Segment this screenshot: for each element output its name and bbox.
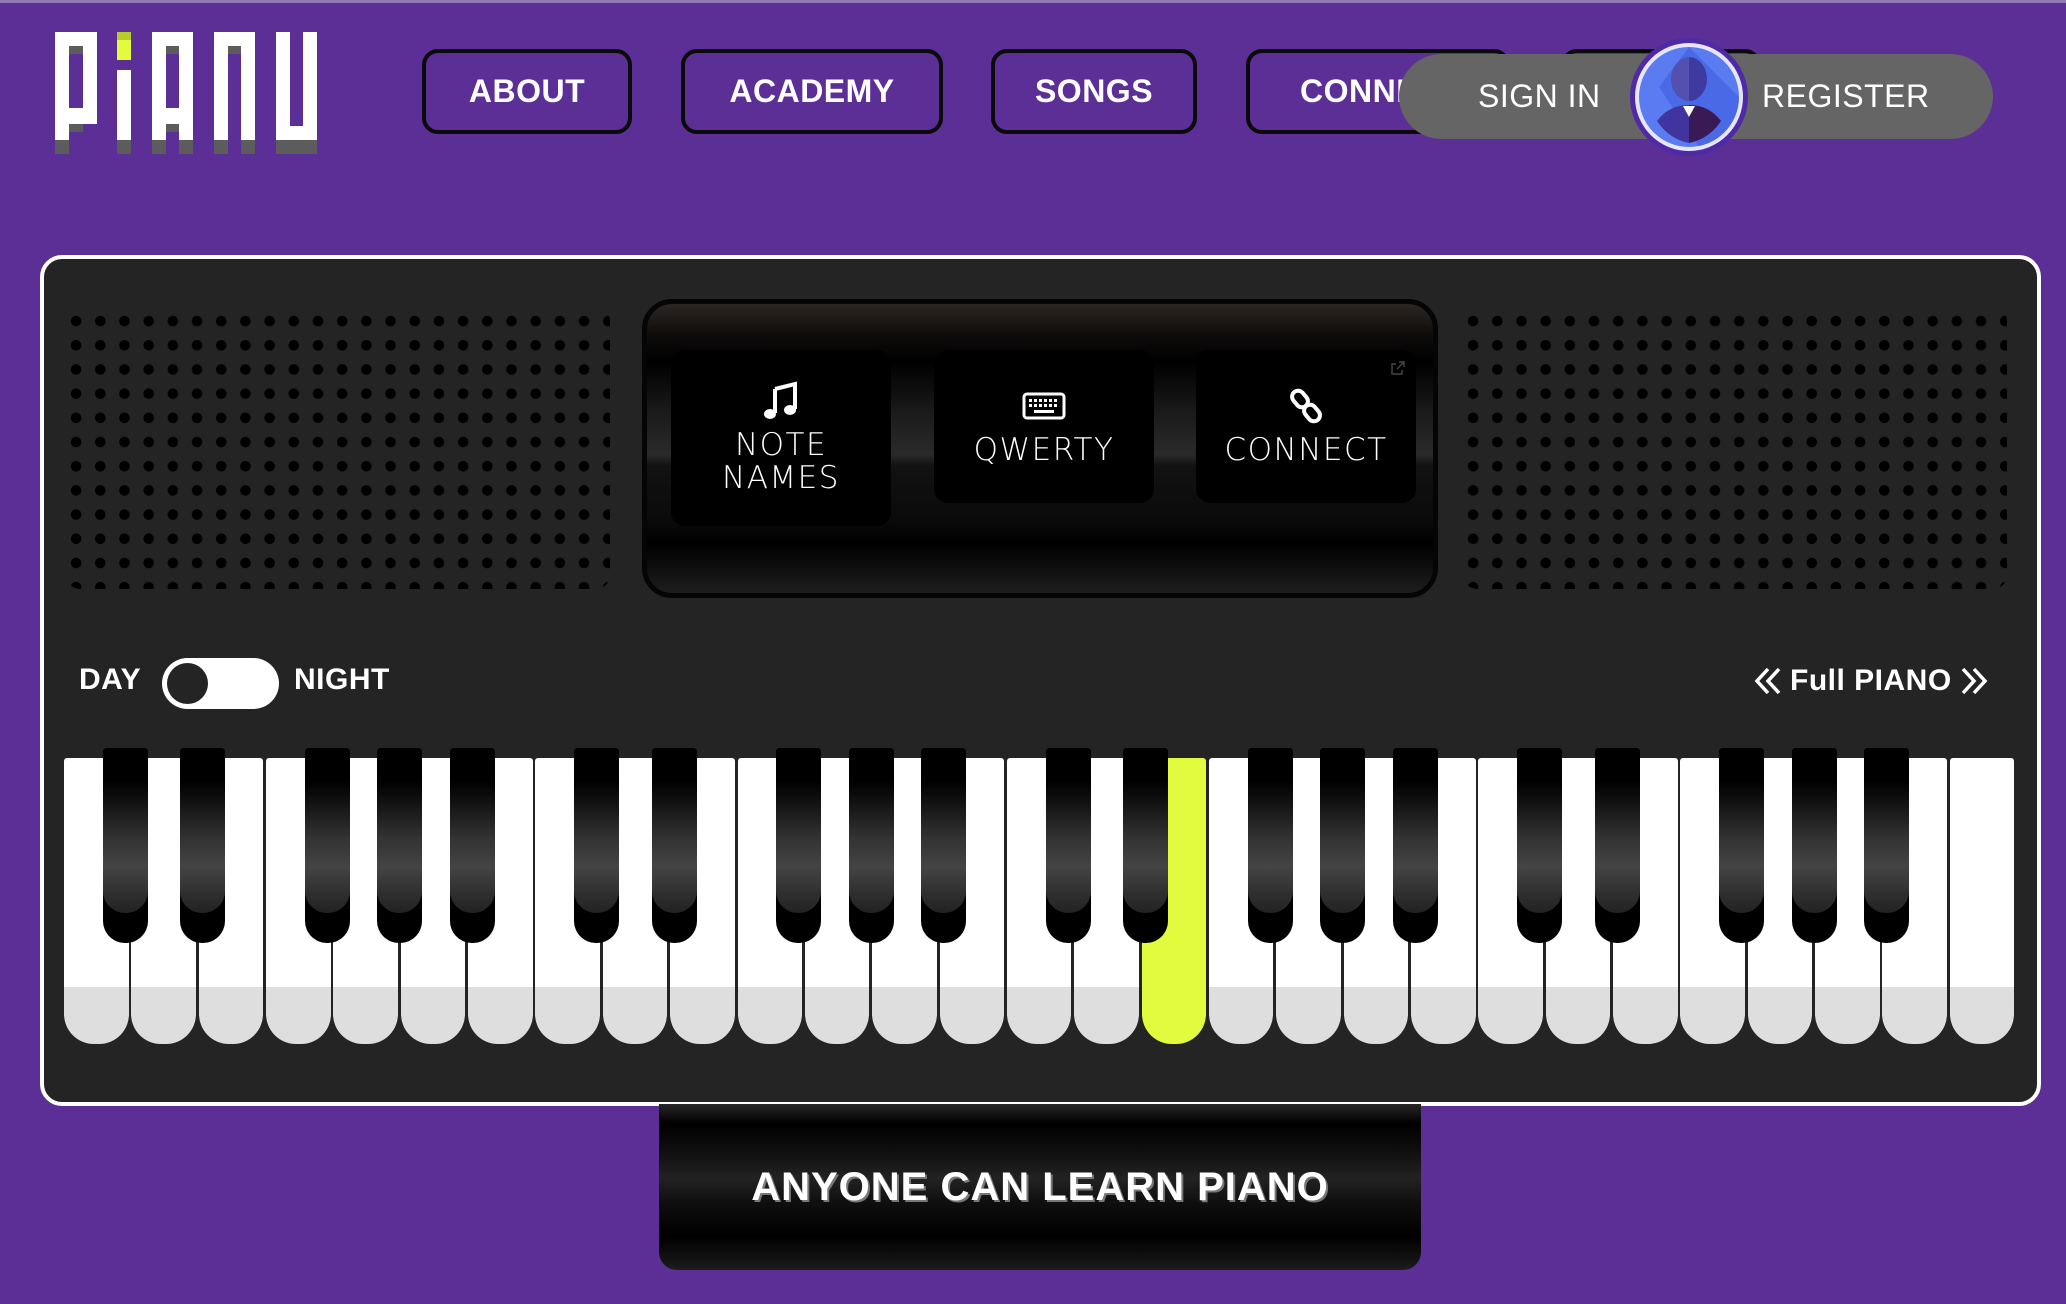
pianu-logo[interactable] bbox=[55, 32, 317, 154]
black-key-Asharp0[interactable] bbox=[449, 748, 495, 943]
register-link[interactable]: REGISTER bbox=[1762, 54, 1930, 139]
tagline-banner: ANYONE CAN LEARN PIANO bbox=[659, 1104, 1421, 1270]
black-key-Fsharp0[interactable] bbox=[304, 748, 350, 943]
top-border bbox=[0, 0, 2066, 3]
black-key-Gsharp3[interactable] bbox=[1791, 748, 1837, 943]
speaker-grille-left bbox=[66, 307, 610, 589]
link-icon bbox=[1288, 386, 1324, 426]
control-panel: NOTE NAMES QWERTY CONNECT bbox=[642, 299, 1438, 598]
qwerty-label: QWERTY bbox=[973, 432, 1115, 468]
user-avatar-button[interactable] bbox=[1630, 38, 1748, 156]
keyboard-icon bbox=[1022, 386, 1066, 426]
sign-in-link[interactable]: SIGN IN bbox=[1478, 54, 1601, 139]
black-key-Asharp2[interactable] bbox=[1392, 748, 1438, 943]
black-key-Dsharp0[interactable] bbox=[180, 748, 226, 943]
speaker-grille-right bbox=[1463, 307, 2007, 589]
black-key-Gsharp2[interactable] bbox=[1320, 748, 1366, 943]
black-key-Fsharp3[interactable] bbox=[1719, 748, 1765, 943]
black-key-Dsharp2[interactable] bbox=[1123, 748, 1169, 943]
black-key-Gsharp0[interactable] bbox=[377, 748, 423, 943]
external-link-icon bbox=[1390, 360, 1406, 381]
user-avatar-icon bbox=[1635, 43, 1743, 151]
qwerty-button[interactable]: QWERTY bbox=[934, 350, 1154, 503]
black-key-Csharp1[interactable] bbox=[574, 748, 620, 943]
black-key-Dsharp3[interactable] bbox=[1594, 748, 1640, 943]
music-note-icon bbox=[761, 381, 801, 421]
black-key-Csharp0[interactable] bbox=[102, 748, 148, 943]
day-night-toggle[interactable] bbox=[162, 658, 279, 709]
double-chevron-left-icon[interactable] bbox=[1752, 665, 1784, 697]
black-key-Asharp1[interactable] bbox=[921, 748, 967, 943]
connect-button[interactable]: CONNECT bbox=[1196, 350, 1416, 503]
toggle-knob bbox=[167, 663, 208, 704]
black-key-Fsharp1[interactable] bbox=[776, 748, 822, 943]
white-key-C4[interactable] bbox=[1949, 758, 2015, 1044]
nav-about[interactable]: ABOUT bbox=[422, 49, 632, 134]
day-label: DAY bbox=[79, 663, 142, 696]
black-key-Csharp3[interactable] bbox=[1517, 748, 1563, 943]
range-label: Full PIANO bbox=[1790, 664, 1952, 697]
double-chevron-right-icon[interactable] bbox=[1958, 665, 1990, 697]
black-key-Gsharp1[interactable] bbox=[848, 748, 894, 943]
tagline-text: ANYONE CAN LEARN PIANO bbox=[751, 1164, 1329, 1209]
connect-label: CONNECT bbox=[1224, 432, 1388, 468]
note-names-button[interactable]: NOTE NAMES bbox=[671, 350, 891, 526]
black-key-Fsharp2[interactable] bbox=[1247, 748, 1293, 943]
range-selector: Full PIANO bbox=[1752, 661, 1990, 701]
nav-academy[interactable]: ACADEMY bbox=[681, 49, 943, 134]
nav-songs[interactable]: SONGS bbox=[991, 49, 1197, 134]
black-key-Dsharp1[interactable] bbox=[651, 748, 697, 943]
night-label: NIGHT bbox=[294, 663, 390, 696]
note-names-label: NOTE NAMES bbox=[722, 427, 840, 496]
black-key-Asharp3[interactable] bbox=[1863, 748, 1909, 943]
black-key-Csharp2[interactable] bbox=[1045, 748, 1091, 943]
